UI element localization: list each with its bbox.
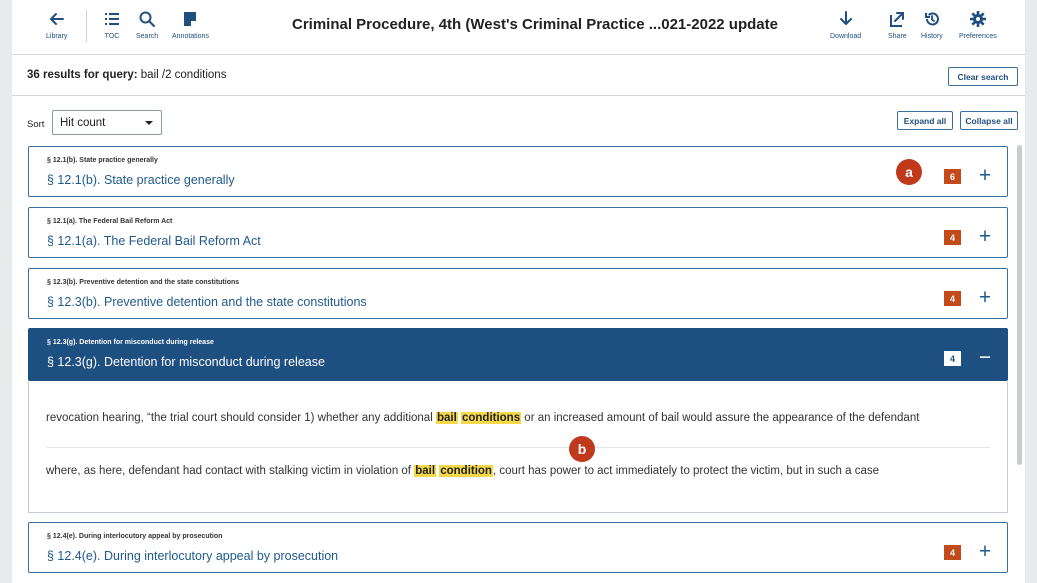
snippet-text: or an increased amount of bail would ass… <box>521 412 920 424</box>
result-item-title[interactable]: § 12.1(b). State practice generally <box>47 173 235 187</box>
search-button[interactable]: Search <box>136 10 158 40</box>
search-label: Search <box>136 33 159 40</box>
sort-selected-value: Hit count <box>60 117 106 129</box>
collapse-toggle[interactable]: − <box>975 344 995 372</box>
annotations-button[interactable]: Annotations <box>172 10 209 40</box>
sort-dropdown[interactable]: Hit count <box>52 110 162 135</box>
result-item-caption: § 12.3(g). Detention for misconduct duri… <box>47 339 214 346</box>
search-hit-highlight: conditions <box>460 412 522 424</box>
history-button[interactable]: History <box>921 10 943 40</box>
library-label: Library <box>46 33 68 40</box>
snippet-panel: revocation hearing, “the trial court sho… <box>28 381 1008 513</box>
annotations-label: Annotations <box>172 33 209 40</box>
download-button[interactable]: Download <box>830 10 861 40</box>
toc-button[interactable]: TOC <box>103 10 121 40</box>
result-item-caption: § 12.1(a). The Federal Bail Reform Act <box>47 218 173 225</box>
result-item-title[interactable]: § 12.1(a). The Federal Bail Reform Act <box>47 234 261 248</box>
arrow-left-icon <box>49 13 64 25</box>
top-toolbar: Library TOC Search Annotations Criminal … <box>12 0 1025 55</box>
scrollbar-thumb[interactable] <box>1017 145 1022 465</box>
library-button[interactable]: Library <box>46 10 67 40</box>
expand-toggle[interactable]: + <box>975 284 995 312</box>
toc-label: TOC <box>104 33 120 40</box>
hit-count-badge: 6 <box>944 169 961 184</box>
sort-label: Sort <box>27 119 45 130</box>
share-icon <box>890 12 905 27</box>
search-icon <box>139 11 156 27</box>
search-hit-highlight: condition <box>439 465 493 477</box>
search-hit-highlight: bail <box>435 412 458 424</box>
result-item-title[interactable]: § 12.4(e). During interlocutory appeal b… <box>47 549 338 563</box>
result-item-caption: § 12.1(b). State practice generally <box>47 157 158 164</box>
app-frame: Library TOC Search Annotations Criminal … <box>12 0 1025 583</box>
result-item[interactable]: § 12.3(b). Preventive detention and the … <box>28 268 1008 319</box>
download-icon <box>839 11 852 25</box>
preferences-label: Preferences <box>959 33 997 40</box>
toolbar-divider <box>86 10 87 42</box>
annotation-icon <box>184 12 197 26</box>
result-item-caption: § 12.4(e). During interlocutory appeal b… <box>47 533 223 540</box>
callout-marker-a: a <box>896 159 922 185</box>
document-title: Criminal Procedure, 4th (West's Criminal… <box>292 16 778 33</box>
history-icon <box>924 12 939 26</box>
expand-toggle[interactable]: + <box>975 162 995 190</box>
result-item-caption: § 12.3(b). Preventive detention and the … <box>47 279 240 286</box>
callout-marker-b: b <box>569 436 595 462</box>
search-hit-highlight: bail <box>414 465 437 477</box>
hit-count-badge: 4 <box>944 230 961 245</box>
result-item-title[interactable]: § 12.3(b). Preventive detention and the … <box>47 295 367 309</box>
results-summary: 36 results for query: bail /2 conditions <box>27 69 226 81</box>
preferences-button[interactable]: Preferences <box>959 10 997 40</box>
snippet-text: , court has power to act immediately to … <box>492 465 880 477</box>
snippet-text: where, as here, defendant had contact wi… <box>46 465 415 477</box>
search-snippet[interactable]: revocation hearing, “the trial court sho… <box>46 412 919 424</box>
expand-all-button[interactable]: Expand all <box>897 111 953 130</box>
result-item-expanded[interactable]: § 12.3(g). Detention for misconduct duri… <box>28 328 1008 381</box>
result-item[interactable]: § 12.4(e). During interlocutory appeal b… <box>28 522 1008 573</box>
clear-search-button[interactable]: Clear search <box>948 67 1018 86</box>
gear-icon <box>969 11 986 27</box>
result-item-title[interactable]: § 12.3(g). Detention for misconduct duri… <box>47 355 325 369</box>
results-query: bail /2 conditions <box>140 69 227 81</box>
result-item[interactable]: § 12.1(b). State practice generally § 12… <box>28 146 1008 197</box>
history-label: History <box>921 33 943 40</box>
search-snippet[interactable]: where, as here, defendant had contact wi… <box>46 465 879 477</box>
share-button[interactable]: Share <box>888 10 907 40</box>
download-label: Download <box>830 33 862 40</box>
expand-toggle[interactable]: + <box>975 223 995 251</box>
results-count: 36 results for query: <box>27 69 138 81</box>
hit-count-badge: 4 <box>944 351 961 366</box>
collapse-all-button[interactable]: Collapse all <box>960 111 1018 130</box>
result-item[interactable]: § 12.1(a). The Federal Bail Reform Act §… <box>28 207 1008 258</box>
chevron-down-icon <box>145 121 153 125</box>
share-label: Share <box>888 33 907 40</box>
results-summary-bar: 36 results for query: bail /2 conditions… <box>12 56 1025 96</box>
hit-count-badge: 4 <box>944 291 961 306</box>
expand-toggle[interactable]: + <box>975 538 995 566</box>
list-icon <box>105 13 119 25</box>
snippet-text: revocation hearing, “the trial court sho… <box>46 412 436 424</box>
snippet-divider <box>46 447 990 448</box>
hit-count-badge: 4 <box>944 545 961 560</box>
